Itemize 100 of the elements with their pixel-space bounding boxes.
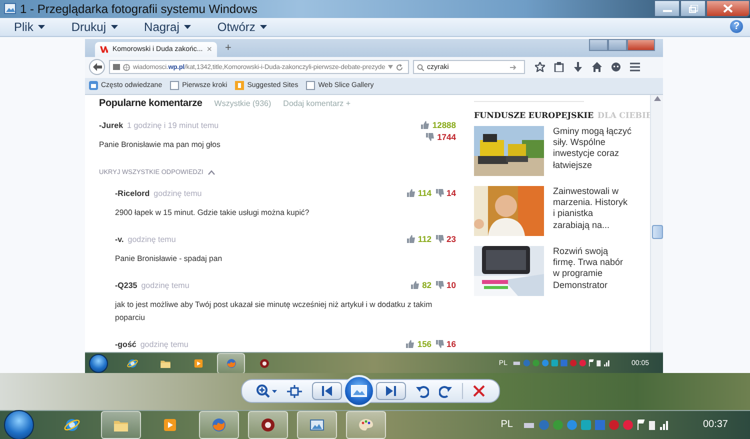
section-title: Popularne komentarze: [99, 98, 202, 108]
go-arrow-icon: [510, 64, 517, 70]
thumbs-up-icon: [411, 280, 420, 288]
zoom-button[interactable]: [256, 384, 276, 398]
search-icon: [417, 64, 424, 70]
globe-icon: [123, 64, 130, 70]
maximize-button[interactable]: [680, 0, 706, 17]
menu-item[interactable]: Otwórz: [215, 20, 270, 34]
comment-time: godzinę temu: [128, 234, 176, 246]
promo-link[interactable]: Rozwiń swoją firmę. Trwa nabór w programie Demonstrator: [553, 246, 632, 292]
page-icon: [113, 64, 120, 70]
caret-icon: [272, 390, 276, 393]
promo-subheading: DLA CIEBIE: [598, 110, 652, 120]
new-tab-button[interactable]: +: [225, 42, 232, 54]
thumbs-down-icon: [436, 188, 444, 196]
bookmarks-folder-icon: [89, 81, 98, 90]
tray-icons-drawing[interactable]: [512, 359, 612, 367]
menu-icon[interactable]: [630, 62, 640, 72]
window-title: 1 - Przeglądarka fotografii systemu Windows: [20, 2, 258, 16]
promo-heading: FUNDUSZE EUROPEJSKIE: [474, 110, 594, 120]
download-icon[interactable]: [573, 62, 583, 72]
chat-icon[interactable]: [611, 62, 621, 72]
picture-frame-icon: [309, 416, 325, 433]
comment-author[interactable]: -gość: [115, 338, 136, 352]
taskbar-button[interactable]: [297, 410, 337, 439]
like-count: 12888: [432, 120, 456, 130]
palette-icon: [358, 416, 374, 433]
thumbs-up-icon: [406, 188, 415, 196]
play-icon: [162, 416, 178, 433]
skip-back-icon: [322, 386, 332, 396]
globe-icon: [226, 358, 236, 368]
thumbs-down-icon: [436, 280, 444, 288]
actual-size-button[interactable]: [286, 384, 302, 398]
taskbar-button[interactable]: [199, 410, 239, 439]
delete-button[interactable]: [472, 385, 484, 398]
like-count: 114: [418, 188, 432, 198]
dropdown-icon: [388, 65, 394, 69]
taskbar-button[interactable]: [217, 352, 245, 374]
bookmark-star-icon[interactable]: [535, 62, 545, 72]
previous-button[interactable]: [312, 382, 342, 400]
rotate-right-button[interactable]: [438, 384, 452, 398]
thumbs-up-icon: [406, 340, 414, 348]
minimize-button[interactable]: [589, 38, 608, 50]
rotate-left-button[interactable]: [416, 384, 428, 398]
close-button[interactable]: [706, 0, 750, 17]
reload-icon: [396, 64, 404, 70]
like-count: 156: [417, 338, 432, 348]
dislike-count: 23: [446, 234, 456, 244]
comment-author[interactable]: -Q235: [115, 278, 138, 292]
language-indicator[interactable]: PL: [500, 419, 513, 430]
clock: 00:37: [702, 419, 728, 430]
home-icon[interactable]: [592, 62, 602, 72]
back-button[interactable]: [89, 59, 105, 75]
taskbar-button[interactable]: [248, 410, 288, 439]
menu-item[interactable]: Plik: [12, 20, 48, 34]
minimize-button[interactable]: [654, 0, 680, 17]
play-icon: [192, 358, 204, 368]
menu-item[interactable]: Nagraj: [142, 20, 194, 34]
comment-time: godzinę temu: [141, 280, 190, 292]
thumbs-down-icon: [436, 234, 444, 242]
comment-author[interactable]: -Jurek: [99, 118, 124, 132]
start-button[interactable]: [4, 410, 34, 439]
like-count: 112: [418, 234, 432, 244]
site-logo-icon: [100, 46, 108, 52]
thumbs-down-icon: [436, 340, 444, 348]
globe-icon: [211, 416, 227, 433]
slideshow-button[interactable]: [342, 375, 374, 408]
comment-time: godzinę temu: [140, 338, 188, 351]
comment-time: 1 godzinę i 19 minut temu: [127, 120, 219, 132]
comment-author[interactable]: -v.: [115, 232, 124, 246]
page-icon: [306, 81, 316, 90]
skip-forward-icon: [386, 386, 396, 396]
start-button[interactable]: [89, 354, 108, 372]
dislike-count: 1744: [437, 132, 456, 142]
next-button[interactable]: [376, 382, 406, 400]
orbit-icon: [126, 358, 138, 368]
comment-time: godzinę temu: [154, 188, 202, 200]
promo-link[interactable]: Gminy mogą łączyć siły. Wspólne inwestycje coraz łatwiejsze: [553, 126, 632, 172]
app-icon: [4, 3, 16, 14]
clipboard-icon[interactable]: [554, 62, 564, 72]
fit-icon: [286, 384, 302, 398]
like-count: 82: [422, 280, 432, 290]
scroll-thumb[interactable]: [652, 224, 663, 238]
restore-icon: [688, 4, 698, 12]
scrollbar[interactable]: [650, 94, 663, 352]
promo-link[interactable]: Zainwestowali w marzenia. Historyk i pianistka zarabiają na...: [553, 186, 632, 232]
thumbs-up-icon: [421, 120, 430, 128]
taskbar-button[interactable]: [101, 410, 141, 439]
record-icon: [260, 416, 276, 433]
rotate-left-icon: [416, 384, 428, 398]
menu-item[interactable]: Drukuj: [69, 20, 120, 34]
close-button[interactable]: [627, 38, 655, 50]
orbit-icon: [64, 416, 80, 433]
suggested-sites-icon: [235, 81, 244, 90]
thumbs-up-icon: [406, 234, 415, 242]
thumbs-down-icon: [426, 132, 434, 140]
close-icon: [723, 4, 733, 13]
maximize-button[interactable]: [608, 38, 627, 50]
comment-author[interactable]: -Ricelord: [115, 186, 150, 200]
page-icon: [170, 81, 180, 90]
